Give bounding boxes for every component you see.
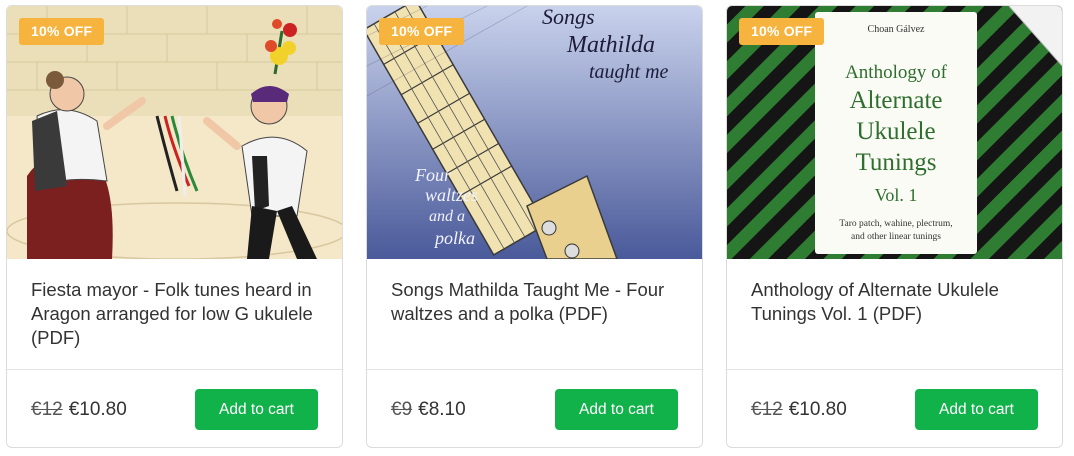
price: €9 €8.10 [391,399,466,421]
product-title[interactable]: Fiesta mayor - Folk tunes heard in Arago… [31,278,321,350]
sale-price: €10.80 [788,399,847,420]
original-price: €9 [391,399,413,420]
cover-subtitle-text: Four [414,165,452,185]
price: €12 €10.80 [31,399,127,421]
original-price: €12 [31,399,63,420]
cover-subtitle-text: polka [433,228,475,248]
add-to-cart-button[interactable]: Add to cart [915,389,1038,430]
add-to-cart-button[interactable]: Add to cart [555,389,678,430]
cover-subtitle-text: Taro patch, wahine, plectrum, [839,219,952,229]
divider [727,369,1062,370]
original-price: €12 [751,399,783,420]
divider [7,369,342,370]
cover-title-text: Vol. 1 [875,185,918,205]
price: €12 €10.80 [751,399,847,421]
cover-title-text: taught me [589,61,669,83]
add-to-cart-button[interactable]: Add to cart [195,389,318,430]
cover-title-text: Tunings [855,149,936,176]
product-card: Songs Mathilda taught me Four waltzes an… [366,5,703,448]
cover-subtitle-text: and a [429,208,465,225]
sale-price: €8.10 [418,399,466,420]
cover-subtitle-text: and other linear tunings [851,232,941,242]
sale-price: €10.80 [68,399,127,420]
discount-badge: 10% OFF [739,18,825,45]
product-card: Choan Gálvez Anthology of Alternate Ukul… [726,5,1063,448]
discount-badge: 10% OFF [379,18,465,45]
cover-title-text: Songs [542,6,595,29]
discount-badge: 10% OFF [19,18,105,45]
cover-title-text: Mathilda [566,32,655,58]
cover-author-text: Choan Gálvez [868,24,925,35]
cover-title-text: Anthology of [845,62,948,83]
product-title[interactable]: Songs Mathilda Taught Me - Four waltzes … [391,278,681,326]
cover-title-text: Alternate [849,87,942,114]
cover-title-text: Ukulele [856,118,935,145]
cover-subtitle-text: waltzes [425,185,478,205]
product-grid: 10% OFF Fiesta mayor - Folk tunes heard … [6,5,1068,452]
product-card: 10% OFF Fiesta mayor - Folk tunes heard … [6,5,343,448]
product-title[interactable]: Anthology of Alternate Ukulele Tunings V… [751,278,1041,326]
divider [367,369,702,370]
